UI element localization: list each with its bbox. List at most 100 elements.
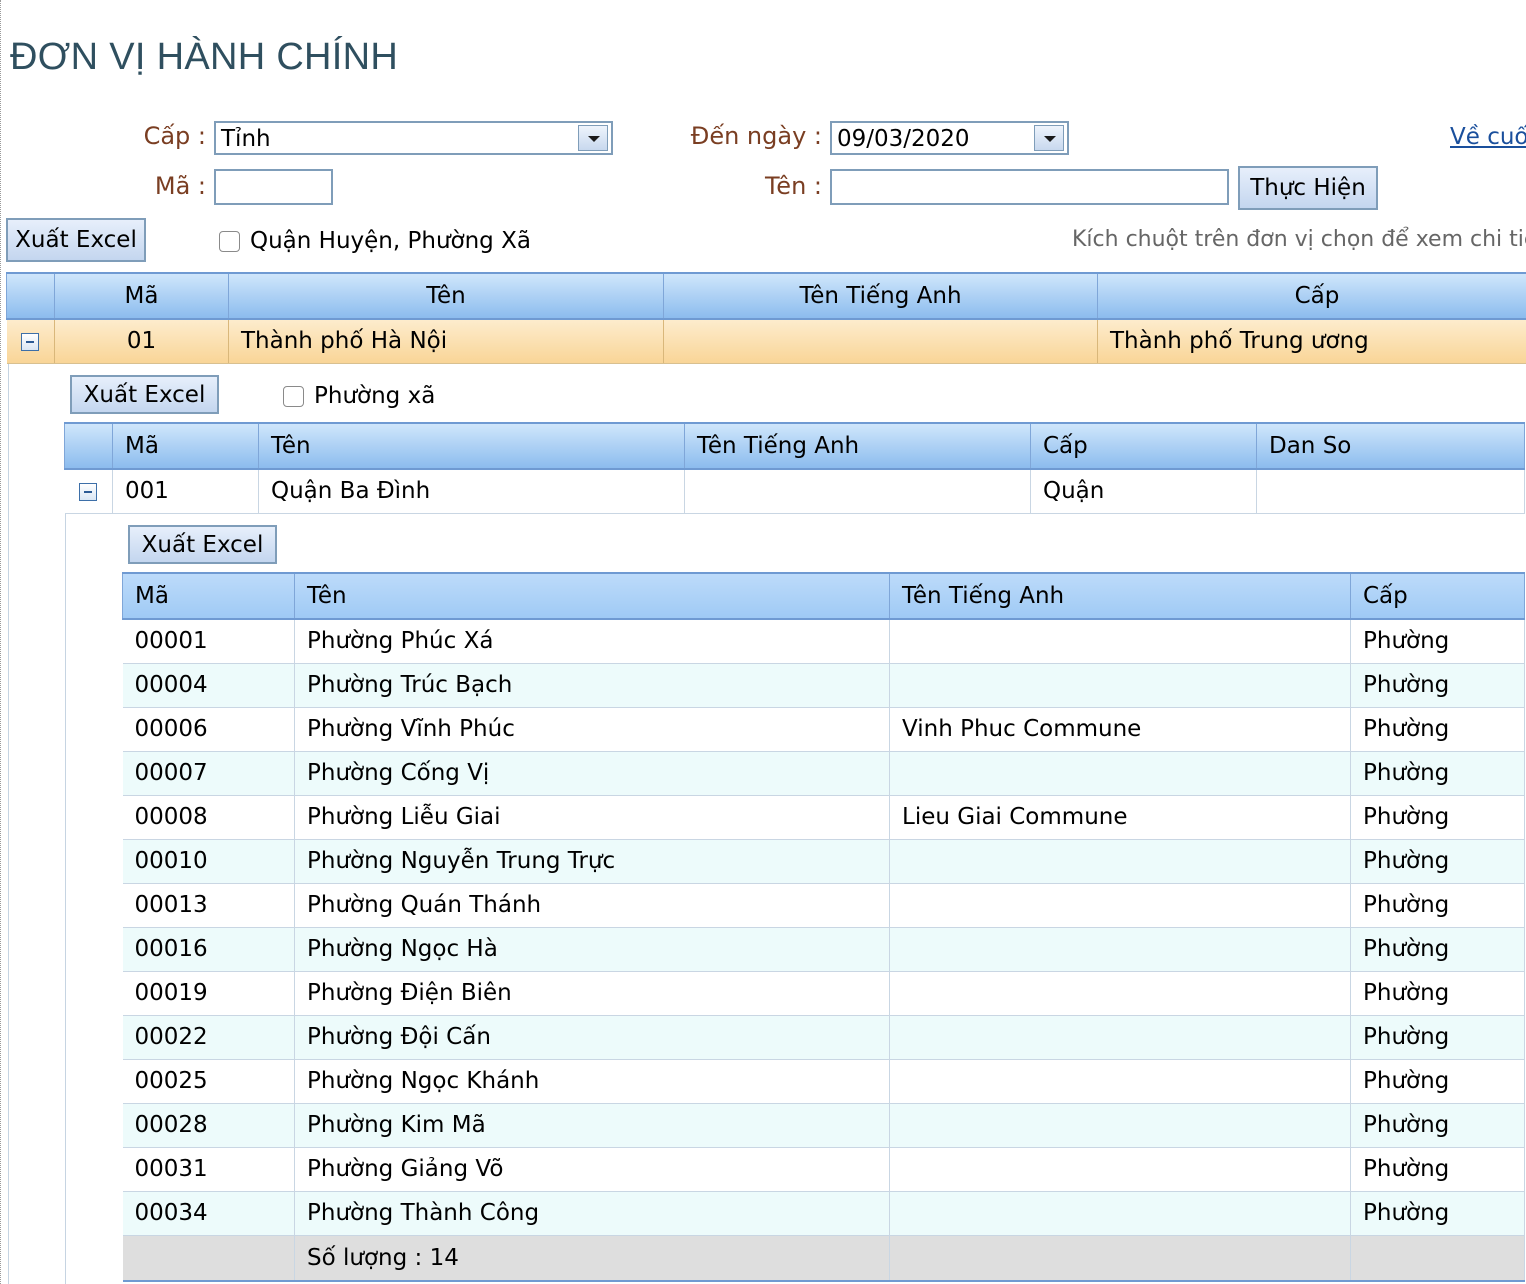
table-row[interactable]: 00001 Phường Phúc Xá Phường: [122, 619, 1525, 664]
ward-export-excel-button[interactable]: Xuất Excel: [128, 525, 277, 564]
table-row[interactable]: 00031 Phường Giảng Võ Phường: [122, 1147, 1525, 1192]
district-export-excel-button[interactable]: Xuất Excel: [70, 375, 219, 414]
ward-ma: 00025: [122, 1059, 295, 1104]
ward-cap: Phường: [1350, 795, 1525, 840]
chevron-down-icon[interactable]: [578, 125, 608, 151]
collapse-icon[interactable]: [21, 332, 40, 351]
table-row[interactable]: 00028 Phường Kim Mã Phường: [122, 1103, 1525, 1148]
export-excel-button[interactable]: Xuất Excel: [6, 218, 146, 262]
ward-ten: Phường Điện Biên: [294, 971, 890, 1016]
col-header-ten[interactable]: Tên: [294, 572, 890, 620]
ward-ma: 00001: [122, 619, 295, 664]
chevron-down-icon[interactable]: [1034, 125, 1064, 151]
ma-label: Mã :: [154, 172, 206, 200]
page-title: ĐƠN VỊ HÀNH CHÍNH: [10, 36, 399, 78]
district-dan-so: [1256, 469, 1525, 514]
quan-huyen-checkbox-row[interactable]: Quận Huyện, Phường Xã: [219, 228, 531, 254]
table-row[interactable]: 00010 Phường Nguyễn Trung Trực Phường: [122, 839, 1525, 884]
ward-cap: Phường: [1350, 883, 1525, 928]
ward-ten-tieng-anh: [889, 1103, 1351, 1148]
ward-ten-tieng-anh: [889, 883, 1351, 928]
ward-cap: Phường: [1350, 751, 1525, 796]
cap-select[interactable]: Tỉnh: [214, 121, 613, 155]
ward-ma: 00007: [122, 751, 295, 796]
cap-select-value: Tỉnh: [221, 126, 271, 152]
table-row[interactable]: 00016 Phường Ngọc Hà Phường: [122, 927, 1525, 972]
ward-ten-tieng-anh: [889, 839, 1351, 884]
table-row[interactable]: 00008 Phường Liễu Giai Lieu Giai Commune Ph…: [122, 795, 1525, 840]
collapse-cell[interactable]: [6, 319, 55, 364]
expand-col-header: [64, 422, 113, 470]
district-row[interactable]: 001 Quận Ba Đình Quận: [64, 469, 1525, 514]
phuong-xa-checkbox-row[interactable]: Phường xã: [283, 383, 435, 409]
quan-huyen-checkbox[interactable]: [219, 230, 240, 252]
ward-ma: 00006: [122, 707, 295, 752]
table-row[interactable]: 00006 Phường Vĩnh Phúc Vinh Phuc Commune Ph…: [122, 707, 1525, 752]
table-row[interactable]: 00019 Phường Điện Biên Phường: [122, 971, 1525, 1016]
ward-cap: Phường: [1350, 927, 1525, 972]
ward-ten-tieng-anh: [889, 1015, 1351, 1060]
ward-cap: Phường: [1350, 1103, 1525, 1148]
ward-ten: Phường Cống Vị: [294, 751, 890, 796]
col-header-ten[interactable]: Tên: [258, 422, 685, 470]
ward-cap: Phường: [1350, 663, 1525, 708]
ward-ten: Phường Liễu Giai: [294, 795, 890, 840]
table-row[interactable]: 00022 Phường Đội Cấn Phường: [122, 1015, 1525, 1060]
col-header-ma[interactable]: Mã: [122, 572, 295, 620]
district-ten: Quận Ba Đình: [258, 469, 685, 514]
table-row[interactable]: 00025 Phường Ngọc Khánh Phường: [122, 1059, 1525, 1104]
col-header-ten-tieng-anh[interactable]: Tên Tiếng Anh: [889, 572, 1351, 620]
den-ngay-datepicker[interactable]: 09/03/2020: [830, 121, 1069, 155]
ward-ten-tieng-anh: [889, 751, 1351, 796]
ward-ten: Phường Thành Công: [294, 1191, 890, 1236]
ward-ten-tieng-anh: [889, 971, 1351, 1016]
ward-ten: Phường Ngọc Khánh: [294, 1059, 890, 1104]
ward-grid: Mã Tên Tên Tiếng Anh Cấp 00001 Phường Phú…: [122, 572, 1525, 1282]
ward-grid-footer: Số lượng : 14: [122, 1235, 1525, 1282]
col-header-ten[interactable]: Tên: [228, 272, 664, 320]
collapse-cell[interactable]: [64, 469, 113, 514]
table-row[interactable]: 00007 Phường Cống Vị Phường: [122, 751, 1525, 796]
ten-input[interactable]: [830, 169, 1229, 205]
col-header-ten-tieng-anh[interactable]: Tên Tiếng Anh: [663, 272, 1098, 320]
phuong-xa-checkbox[interactable]: [283, 385, 304, 407]
province-ten-tieng-anh: [663, 319, 1098, 364]
ward-ten-tieng-anh: Vinh Phuc Commune: [889, 707, 1351, 752]
ward-ten: Phường Vĩnh Phúc: [294, 707, 890, 752]
ward-cap: Phường: [1350, 1191, 1525, 1236]
col-header-ten-tieng-anh[interactable]: Tên Tiếng Anh: [684, 422, 1031, 470]
ward-ten: Phường Kim Mã: [294, 1103, 890, 1148]
ward-cap: Phường: [1350, 707, 1525, 752]
col-header-cap[interactable]: Cấp: [1030, 422, 1257, 470]
ward-grid-header: Mã Tên Tên Tiếng Anh Cấp: [122, 572, 1525, 620]
ward-ten: Phường Quán Thánh: [294, 883, 890, 928]
table-row[interactable]: 00034 Phường Thành Công Phường: [122, 1191, 1525, 1236]
ward-ten: Phường Trúc Bạch: [294, 663, 890, 708]
col-header-cap[interactable]: Cấp: [1350, 572, 1525, 620]
hint-text: Kích chuột trên đơn vị chọn để xem chi t…: [1072, 227, 1526, 252]
ward-grid-body: 00001 Phường Phúc Xá Phường 00004 Phường Trú…: [122, 619, 1525, 1236]
back-link[interactable]: Về cuố: [1450, 124, 1526, 150]
table-row[interactable]: 00013 Phường Quán Thánh Phường: [122, 883, 1525, 928]
province-grid: Mã Tên Tên Tiếng Anh Cấp 01 Thành phố Hà…: [6, 272, 1526, 364]
province-grid-header: Mã Tên Tên Tiếng Anh Cấp: [6, 272, 1526, 320]
col-header-ma[interactable]: Mã: [54, 272, 229, 320]
ward-ten-tieng-anh: Lieu Giai Commune: [889, 795, 1351, 840]
col-header-dan-so[interactable]: Dan So: [1256, 422, 1525, 470]
district-ten-tieng-anh: [684, 469, 1031, 514]
province-row[interactable]: 01 Thành phố Hà Nội Thành phố Trung ương: [6, 319, 1526, 364]
footer-empty-cell: [1350, 1235, 1525, 1282]
collapse-icon[interactable]: [79, 482, 98, 501]
ward-ma: 00028: [122, 1103, 295, 1148]
ward-cap: Phường: [1350, 1059, 1525, 1104]
table-row[interactable]: 00004 Phường Trúc Bạch Phường: [122, 663, 1525, 708]
ma-input[interactable]: [214, 169, 333, 205]
ward-ten-tieng-anh: [889, 619, 1351, 664]
ward-ten-tieng-anh: [889, 1059, 1351, 1104]
ward-ma: 00010: [122, 839, 295, 884]
col-header-ma[interactable]: Mã: [112, 422, 259, 470]
col-header-cap[interactable]: Cấp: [1097, 272, 1526, 320]
ward-cap: Phường: [1350, 1147, 1525, 1192]
thuc-hien-button[interactable]: Thực Hiện: [1238, 166, 1378, 210]
ten-label: Tên :: [765, 172, 822, 200]
